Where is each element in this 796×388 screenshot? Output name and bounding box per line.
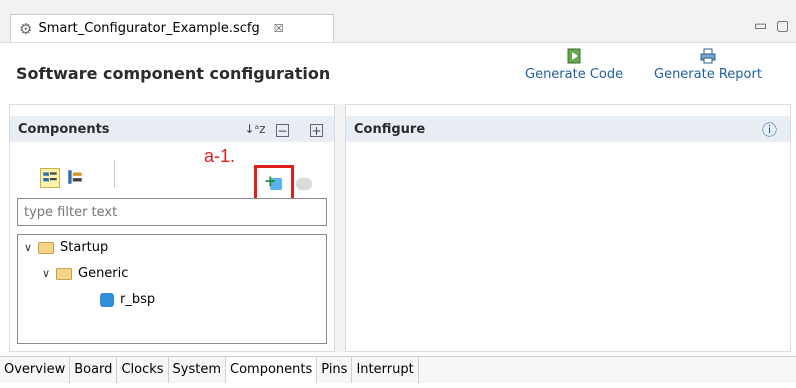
configure-panel-header: Configure [346, 116, 790, 142]
generate-report-button[interactable]: Generate Report [654, 48, 762, 82]
tree-item-label: r_bsp [120, 292, 156, 307]
minimize-icon[interactable]: ▭ [754, 18, 767, 34]
folder-icon [56, 267, 72, 280]
tab-system[interactable]: System [169, 357, 227, 383]
generate-code-label: Generate Code [525, 67, 624, 82]
collapse-all-icon[interactable]: − [276, 124, 289, 138]
folder-icon [38, 241, 54, 254]
tab-board[interactable]: Board [70, 357, 118, 383]
tree-item-r-bsp[interactable]: r_bsp [100, 292, 155, 307]
hardware-view-icon[interactable] [66, 168, 86, 188]
tree-item-label: Generic [78, 266, 129, 281]
components-panel-title: Components [18, 121, 110, 137]
generate-code-button[interactable]: Generate Code [525, 48, 623, 82]
tree-item-startup[interactable]: ∨ Startup [24, 240, 108, 255]
chevron-down-icon[interactable]: ∨ [42, 267, 56, 280]
tree-item-label: Startup [60, 240, 109, 255]
gear-icon: ⚙ [19, 19, 33, 38]
generate-code-icon [567, 48, 581, 64]
remove-component-icon[interactable] [296, 178, 312, 190]
sort-icon[interactable]: ↓ᵃz [244, 120, 265, 138]
annotation-label: a-1. [204, 146, 236, 166]
expand-all-icon[interactable]: + [310, 124, 323, 138]
tab-overview[interactable]: Overview [0, 357, 71, 383]
filter-input[interactable] [17, 198, 327, 226]
toolbar-separator [114, 160, 115, 188]
tab-pins[interactable]: Pins [317, 357, 353, 383]
editor-tab-bar: ⚙ Smart_Configurator_Example.scfg ☒ ▭ ▢ [0, 0, 796, 43]
generate-report-label: Generate Report [654, 67, 762, 82]
tree-item-generic[interactable]: ∨ Generic [42, 266, 128, 281]
tab-components[interactable]: Components [226, 357, 318, 383]
close-icon[interactable]: ☒ [274, 22, 284, 35]
tab-interrupt[interactable]: Interrupt [352, 357, 419, 383]
bottom-tab-bar: Overview Board Clocks System Components … [0, 356, 796, 383]
hardware-view-glyph [68, 170, 82, 184]
info-icon[interactable]: ⓘ [762, 119, 777, 140]
component-view-glyph [43, 172, 57, 182]
editor-tab-title: Smart_Configurator_Example.scfg [38, 21, 260, 36]
add-component-icon[interactable]: + [264, 172, 277, 190]
editor-tab[interactable]: ⚙ Smart_Configurator_Example.scfg ☒ [10, 14, 334, 42]
chevron-down-icon[interactable]: ∨ [24, 241, 38, 254]
configure-panel-title: Configure [354, 121, 426, 137]
component-icon [100, 292, 114, 307]
panel-divider[interactable] [335, 104, 345, 352]
maximize-icon[interactable]: ▢ [776, 18, 789, 34]
component-view-icon[interactable] [40, 168, 60, 188]
printer-icon [700, 48, 716, 64]
page-title: Software component configuration [16, 64, 331, 83]
tab-clocks[interactable]: Clocks [117, 357, 169, 383]
